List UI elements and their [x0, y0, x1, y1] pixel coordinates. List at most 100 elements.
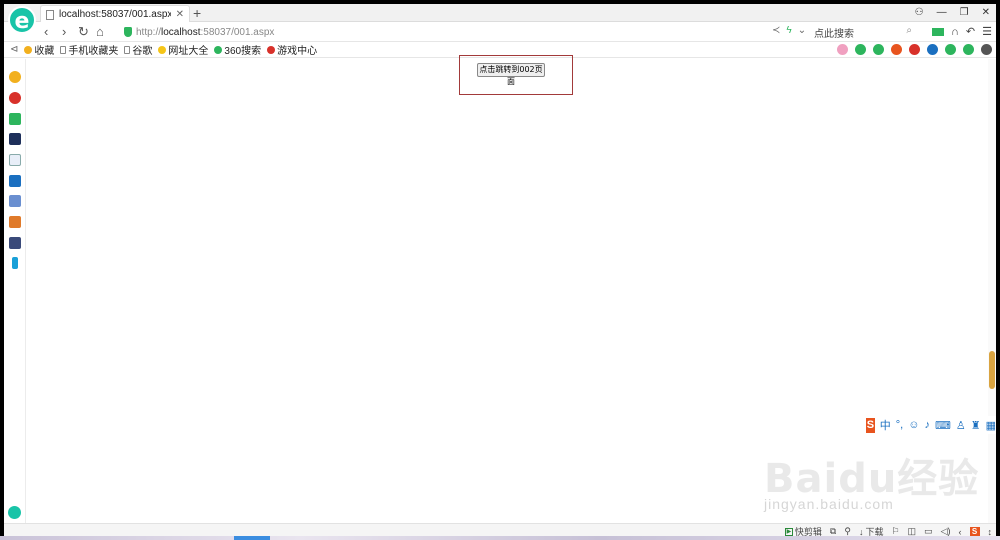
- status-bar: ▶ 快剪辑 ⧉ ⚲ ↓ 下载 ⚐ ◫ ▭ ◁) ‹ S ↕: [4, 523, 996, 537]
- game-icon[interactable]: [9, 237, 21, 249]
- extension-icon[interactable]: [963, 44, 974, 55]
- sidebar: [4, 59, 26, 523]
- bookmark-google[interactable]: 谷歌: [124, 42, 152, 57]
- search-360-icon: [214, 45, 223, 54]
- ime-mode[interactable]: 中: [880, 417, 891, 433]
- url-path: :58037/001.aspx: [200, 26, 275, 38]
- extension-icon[interactable]: [945, 44, 956, 55]
- note-icon[interactable]: [9, 154, 21, 166]
- shirt-icon[interactable]: ♜: [971, 419, 981, 432]
- back-button[interactable]: ‹: [44, 24, 48, 40]
- url-actions: ≺ ϟ ⌄: [772, 25, 806, 36]
- scrollbar[interactable]: [988, 59, 996, 523]
- chevron-left-icon[interactable]: ‹: [959, 527, 962, 537]
- taskbar: [0, 536, 1000, 540]
- close-window-button[interactable]: ✕: [982, 5, 990, 21]
- bookmark-label: 360搜索: [224, 46, 262, 57]
- shield-icon: [124, 27, 132, 37]
- extension-icon[interactable]: [927, 44, 938, 55]
- headphone-icon[interactable]: ∩: [951, 24, 959, 40]
- sidebar-toggle-icon[interactable]: [8, 506, 21, 519]
- bookmark-label: 网址大全: [168, 46, 209, 57]
- bookmark-sites[interactable]: 网址大全: [158, 42, 208, 57]
- expand-icon[interactable]: ↕: [988, 527, 993, 537]
- chevron-down-icon[interactable]: ⌄: [798, 25, 806, 36]
- refresh-button[interactable]: ↻: [78, 24, 89, 40]
- phone-icon: [60, 45, 67, 54]
- play-icon: ▶: [784, 527, 793, 536]
- game-icon: [267, 45, 276, 54]
- browser-window: localhost:58037/001.aspx ✕ + ⚇ — ❐ ✕ e ‹…: [4, 4, 996, 537]
- extension-icon[interactable]: [873, 44, 884, 55]
- bookmark-label: 谷歌: [132, 46, 153, 57]
- url-host: localhost: [161, 26, 201, 38]
- battery-icon[interactable]: [932, 28, 944, 36]
- bookmark-label: 游戏中心: [277, 46, 318, 57]
- tab-strip: localhost:58037/001.aspx ✕ + ⚇ — ❐ ✕: [4, 4, 996, 23]
- goto-002-button[interactable]: 点击跳转到002页面: [477, 63, 545, 86]
- minimize-button[interactable]: —: [937, 5, 947, 21]
- page-icon: [124, 45, 131, 54]
- toolbar-icons: ∩ ↶ ☰: [932, 24, 992, 40]
- toolbox-icon[interactable]: ♙: [956, 419, 966, 432]
- bookmark-360search[interactable]: 360搜索: [214, 42, 261, 57]
- forward-button[interactable]: ›: [62, 24, 66, 40]
- chat-icon[interactable]: [9, 175, 21, 187]
- bookmark-label: 手机收藏夹: [68, 46, 119, 57]
- keyboard-icon[interactable]: ⌨: [935, 419, 951, 432]
- extension-icon[interactable]: [855, 44, 866, 55]
- ime-logo[interactable]: S: [866, 417, 875, 433]
- browser-logo[interactable]: e: [8, 6, 36, 34]
- tab-title: localhost:58037/001.aspx: [59, 9, 171, 20]
- extension-icon[interactable]: [909, 44, 920, 55]
- star-icon[interactable]: [9, 71, 21, 83]
- extension-icon[interactable]: [981, 44, 992, 55]
- search-icon[interactable]: ⌕: [906, 25, 912, 36]
- shirt-icon[interactable]: ⚇: [915, 5, 924, 21]
- menu-icon[interactable]: ☰: [982, 24, 992, 40]
- url-field[interactable]: http://localhost:58037/001.aspx: [124, 24, 794, 40]
- taskbar-active-item[interactable]: [234, 536, 270, 540]
- extension-icon[interactable]: [837, 44, 848, 55]
- grid-icon[interactable]: ▦: [986, 419, 996, 432]
- sites-icon: [158, 45, 167, 54]
- close-icon[interactable]: ✕: [176, 9, 184, 20]
- search-placeholder: 点此搜索: [814, 28, 854, 40]
- undo-icon[interactable]: ↶: [966, 24, 975, 40]
- game-icon[interactable]: [9, 216, 21, 228]
- scroll-thumb[interactable]: [989, 351, 995, 389]
- watermark-url: jingyan.baidu.com: [764, 496, 894, 512]
- new-tab-button[interactable]: +: [193, 5, 201, 21]
- bookmark-games[interactable]: 游戏中心: [267, 42, 317, 57]
- extension-icons: [837, 44, 992, 55]
- lightning-icon[interactable]: ϟ: [786, 25, 791, 36]
- download-icon: ↓: [858, 526, 864, 537]
- weibo-icon[interactable]: [9, 92, 21, 104]
- page-icon: [46, 9, 54, 20]
- search-input[interactable]: 点此搜索 ⌕: [810, 24, 914, 40]
- restore-button[interactable]: ❐: [960, 5, 969, 21]
- sohu-icon[interactable]: S: [969, 526, 980, 537]
- bookmark-favorites[interactable]: 收藏: [24, 42, 54, 57]
- p-icon[interactable]: [12, 257, 18, 269]
- tab-current[interactable]: localhost:58037/001.aspx ✕: [40, 5, 190, 23]
- app-icon[interactable]: [9, 133, 21, 145]
- mail-icon[interactable]: [9, 113, 21, 125]
- window-controls: ⚇ — ❐ ✕: [915, 5, 990, 21]
- star-icon: [24, 45, 33, 54]
- baidu-watermark: Baidu经验 jingyan.baidu.com: [764, 436, 984, 520]
- address-bar: ‹ › ↻ ⌂ http://localhost:58037/001.aspx …: [4, 22, 996, 42]
- game-icon[interactable]: [9, 195, 21, 207]
- bookmark-label: 收藏: [34, 46, 55, 57]
- url-scheme: http://: [136, 26, 162, 38]
- home-button[interactable]: ⌂: [96, 24, 104, 40]
- extension-icon[interactable]: [891, 44, 902, 55]
- smiley-icon[interactable]: ☺: [908, 419, 919, 431]
- url-text: http://localhost:58037/001.aspx: [136, 27, 274, 38]
- share-icon[interactable]: ≺: [772, 25, 780, 36]
- microphone-icon[interactable]: ♪: [924, 419, 930, 431]
- ime-toolbar: S 中 °, ☺ ♪ ⌨ ♙ ♜ ▦: [864, 416, 996, 434]
- collapse-icon[interactable]: ⊲: [10, 44, 18, 55]
- punctuation-icon[interactable]: °,: [896, 419, 903, 431]
- bookmark-mobile[interactable]: 手机收藏夹: [60, 42, 118, 57]
